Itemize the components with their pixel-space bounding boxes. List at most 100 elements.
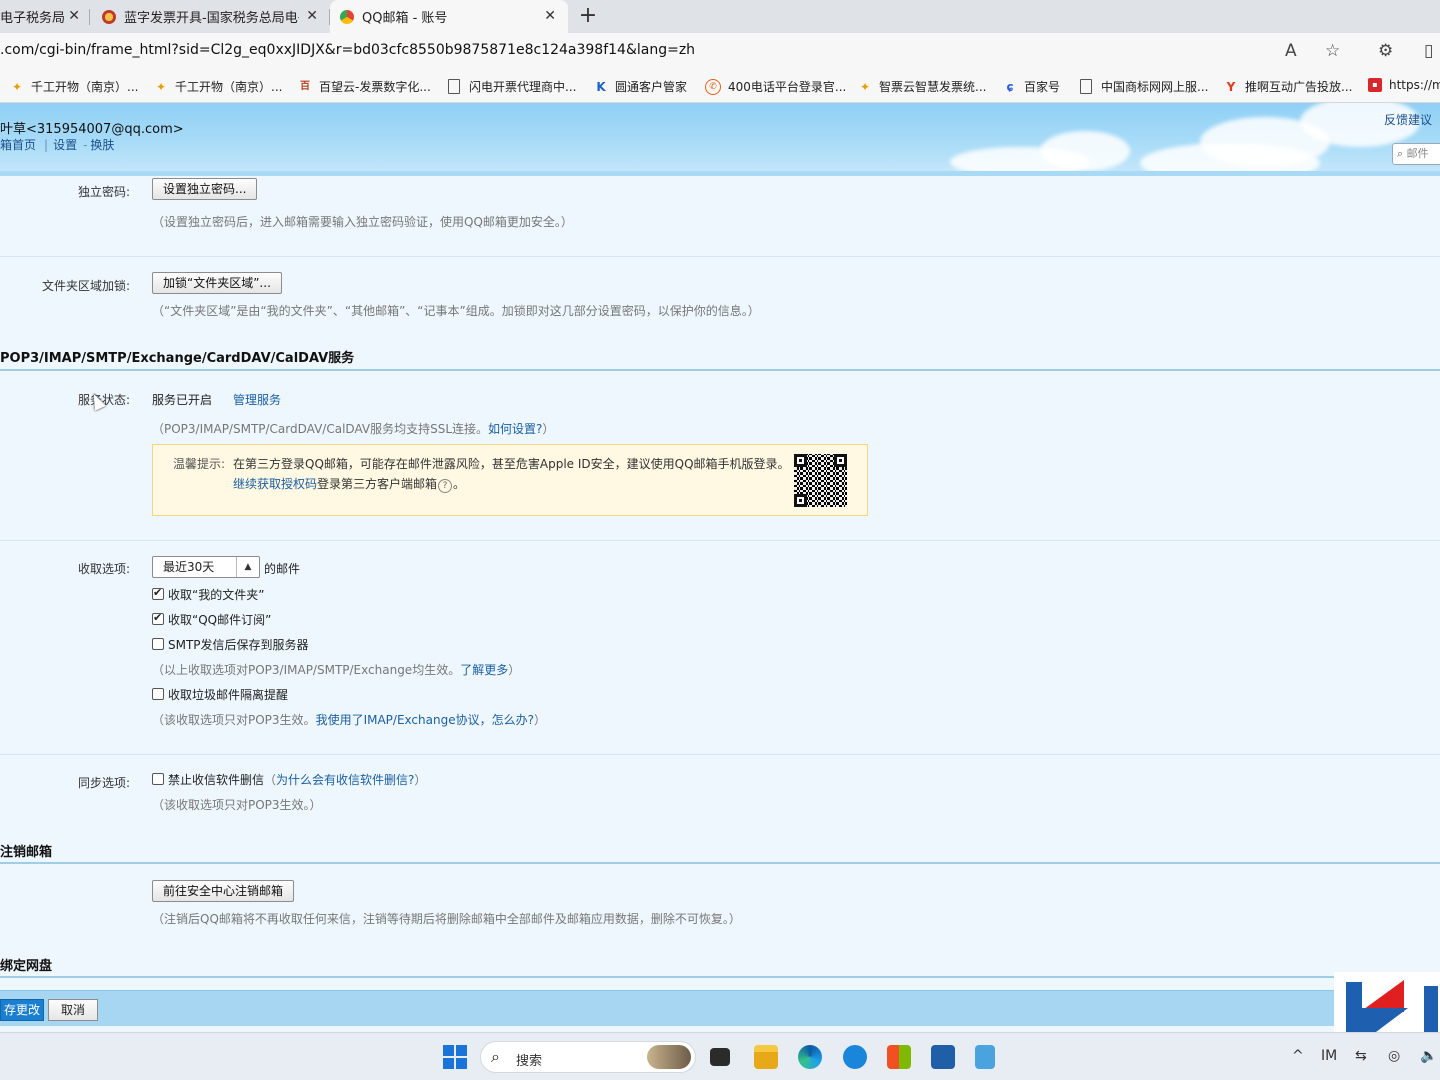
tray-app-icon[interactable]: ⅠM (1321, 1048, 1337, 1064)
address-bar: .com/cgi-bin/frame_html?sid=Cl2g_eq0xxJI… (0, 33, 1440, 70)
search-icon: ⌕ (1397, 147, 1404, 160)
edge-icon[interactable] (798, 1045, 822, 1069)
receive-hint-1: （以上收取选项对POP3/IMAP/SMTP/Exchange均生效。了解更多） (152, 661, 520, 678)
chrome-logo-icon (340, 9, 354, 24)
volume-icon[interactable]: 🔈 (1420, 1048, 1437, 1064)
bookmark-item[interactable]: 中国商标网网上服... (1080, 78, 1208, 95)
manage-service-link[interactable]: 管理服务 (233, 391, 281, 408)
k-logo-icon: K (596, 79, 606, 94)
smtp-save-to-server-checkbox[interactable] (152, 638, 164, 650)
extensions-icon[interactable]: ⚙ (1378, 41, 1393, 61)
tab-invoice[interactable]: 蓝字发票开具-国家税务总局电子 ✕ (90, 0, 330, 33)
bookmark-item[interactable]: K 圆通客户管家 (594, 78, 687, 95)
star-bookmark-icon: ✦ (155, 79, 167, 94)
cancel-account-button[interactable]: 前往安全中心注销邮箱 (152, 880, 295, 902)
learn-more-link[interactable]: 了解更多 (460, 663, 508, 677)
warning-prefix: 温馨提示: (173, 457, 226, 471)
taskbar-search-text: 搜索 (516, 1054, 543, 1069)
tab-tax-bureau[interactable]: 电子税务局 ✕ (0, 0, 90, 33)
new-tab-button[interactable]: + (576, 3, 600, 29)
tab-label: QQ邮箱 - 账号 (362, 11, 448, 26)
chevron-up-icon[interactable]: ^ (1292, 1048, 1304, 1064)
sync-options-label: 同步选项: (77, 776, 130, 790)
read-aloud-icon[interactable]: A (1285, 41, 1297, 61)
bookmark-label: https://m (1389, 78, 1440, 92)
spam-quarantine-reminder-checkbox[interactable] (152, 688, 164, 700)
close-icon[interactable]: ✕ (306, 8, 318, 24)
checkbox-label: 收取“我的文件夹” (168, 588, 265, 602)
bookmark-item[interactable]: ✦ 智票云智慧发票统... (858, 78, 986, 95)
how-to-setup-link[interactable]: 如何设置? (488, 422, 542, 436)
cancel-account-hint: （注销后QQ邮箱将不再收取任何来信，注销等待期后将删除邮箱中全部邮件及邮箱应用数… (152, 912, 741, 926)
section-divider (0, 256, 1440, 257)
receive-hint-2: （该收取选项只对POP3生效。我使用了IMAP/Exchange协议，怎么办?） (152, 711, 546, 728)
news-icon: ▪ (1368, 78, 1382, 92)
settings-link[interactable]: 设置 (53, 138, 77, 152)
nav-separator: | (44, 138, 49, 152)
search-placeholder: 邮件 (1406, 147, 1429, 160)
warning-text-2: 登录第三方客户端邮箱 (317, 477, 438, 491)
ssl-hint-suffix: ） (542, 422, 555, 436)
close-icon[interactable]: ✕ (68, 8, 80, 24)
favorite-star-icon[interactable]: ☆ (1325, 41, 1340, 61)
account-name: 叶草<315954007@qq.com> (0, 122, 184, 137)
receive-select-suffix: 的邮件 (264, 562, 301, 576)
folder-lock-hint: （“文件夹区域”是由“我的文件夹”、“其他邮箱”、“记事本”组成。加锁即对这几部… (152, 304, 760, 318)
help-icon[interactable]: ? (438, 479, 453, 493)
why-client-delete-link[interactable]: 为什么会有收信软件删信? (276, 773, 414, 787)
mail-search-input[interactable]: ⌕ 邮件 (1392, 143, 1440, 165)
store-icon[interactable] (887, 1045, 911, 1069)
receive-options-label: 收取选项: (77, 562, 130, 576)
prevent-client-delete-checkbox[interactable] (152, 773, 164, 785)
bookmark-item[interactable]: ✦ 千工开物（南京）... (10, 78, 138, 95)
warning-end: 。 (453, 477, 466, 491)
browser-tab-bar: 电子税务局 ✕ 蓝字发票开具-国家税务总局电子 ✕ QQ邮箱 - 账号 ✕ + (0, 0, 1440, 33)
tax-emblem-icon (102, 9, 116, 24)
url-field[interactable]: .com/cgi-bin/frame_html?sid=Cl2g_eq0xxJI… (0, 42, 695, 58)
bind-netdisk-title: 绑定网盘 (0, 959, 53, 974)
bookmark-item[interactable]: 闪电开票代理商中... (448, 78, 576, 95)
get-auth-code-link[interactable]: 继续获取授权码 (233, 477, 317, 491)
taskbar-search[interactable]: ⌕ 搜索 (480, 1041, 696, 1073)
bookmark-item[interactable]: ▪ https://m (1368, 78, 1440, 92)
sync-option-row: 禁止收信软件删信（为什么会有收信软件删信?） (168, 771, 426, 788)
bookmark-item[interactable]: ✦ 千工开物（南京）... (154, 78, 282, 95)
checkbox-label: 收取垃圾邮件隔离提醒 (168, 688, 289, 702)
tab-label: 电子税务局 (0, 11, 66, 26)
checkbox-label: 禁止收信软件删信 (168, 773, 265, 787)
onedrive-icon[interactable] (843, 1045, 867, 1069)
save-changes-button[interactable]: 存更改 (0, 999, 44, 1021)
star-bookmark-icon: ✦ (859, 79, 871, 94)
location-icon[interactable]: ◎ (1388, 1048, 1400, 1064)
hint-text: （该收取选项只对POP3生效。 (152, 713, 316, 727)
split-screen-icon[interactable]: ▯ (1424, 41, 1433, 61)
windows-start-icon[interactable] (443, 1045, 467, 1069)
file-explorer-icon[interactable] (754, 1045, 778, 1069)
lock-folder-area-button[interactable]: 加锁“文件夹区域”... (152, 272, 282, 294)
mail-home-link[interactable]: 箱首页 (0, 138, 36, 152)
bookmark-item[interactable]: ✆ 400电话平台登录官... (705, 78, 846, 95)
bookmark-item[interactable]: 百 百望云-发票数字化... (298, 78, 431, 95)
receive-range-select[interactable]: 最近30天 ▲ (152, 556, 260, 578)
receive-qq-subscription-checkbox[interactable] (152, 611, 164, 625)
notepad-icon[interactable] (975, 1045, 995, 1069)
tab-qqmail-account[interactable]: QQ邮箱 - 账号 ✕ (330, 0, 568, 33)
paren-open: （ (264, 773, 277, 787)
task-view-icon[interactable] (710, 1048, 730, 1066)
cancel-button[interactable]: 取消 (48, 999, 98, 1021)
checkbox-label: SMTP发信后保存到服务器 (168, 638, 309, 652)
close-icon[interactable]: ✕ (544, 8, 556, 24)
bookmark-item[interactable]: Y 推啊互动广告投放... (1224, 78, 1353, 95)
receive-my-folders-checkbox[interactable] (152, 586, 164, 600)
ssl-hint-text: （POP3/IMAP/SMTP/CardDAV/CalDAV服务均支持SSL连接… (152, 422, 489, 436)
mail-app-icon[interactable] (931, 1045, 955, 1069)
network-icon[interactable]: ⇆ (1355, 1048, 1367, 1064)
bookmark-item[interactable]: ɕ 百家号 (1003, 78, 1060, 95)
header-nav: 箱首页 | 设置 - 换肤 (0, 136, 117, 153)
feedback-link[interactable]: 反馈建议 (1384, 111, 1432, 128)
bookmark-label: 千工开物（南京）... (31, 80, 139, 94)
skin-link[interactable]: 换肤 (90, 138, 114, 152)
imap-exchange-help-link[interactable]: 我使用了IMAP/Exchange协议，怎么办? (316, 713, 534, 727)
mail-header: 叶草<315954007@qq.com> 箱首页 | 设置 - 换肤 反馈建议 ⌕ 邮件 (0, 103, 1440, 171)
set-independent-password-button[interactable]: 设置独立密码... (152, 178, 258, 200)
